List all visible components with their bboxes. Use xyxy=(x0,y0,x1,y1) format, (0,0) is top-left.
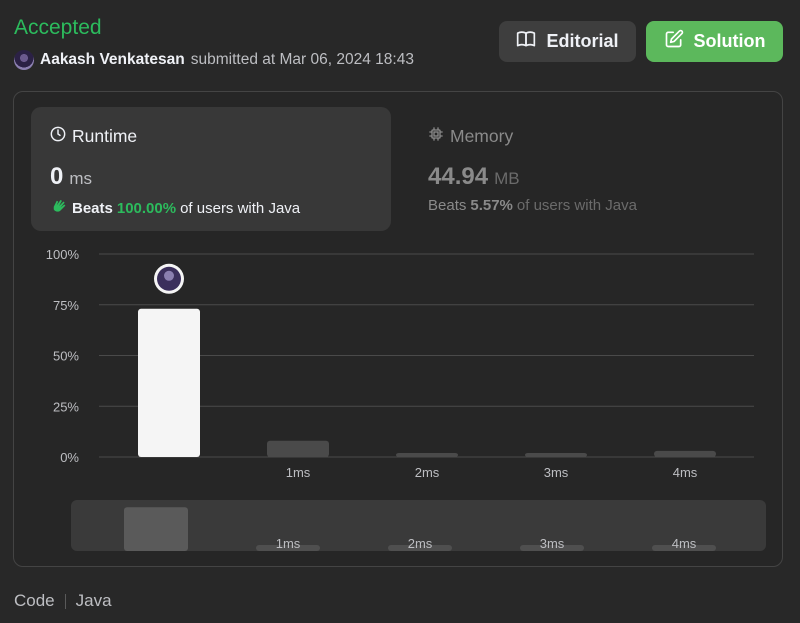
editorial-label: Editorial xyxy=(546,31,619,51)
language-label[interactable]: Java xyxy=(76,591,112,611)
x-tick-label: 2ms xyxy=(415,465,440,480)
chart-bar[interactable] xyxy=(138,308,200,457)
chart-bar[interactable] xyxy=(525,452,587,457)
divider xyxy=(64,593,66,609)
book-icon xyxy=(516,29,536,54)
mini-x-tick-label: 4ms xyxy=(672,536,697,551)
solution-label: Solution xyxy=(693,31,766,51)
y-tick-label: 100% xyxy=(46,247,80,262)
x-tick-label: 3ms xyxy=(544,465,569,480)
runtime-distribution-chart[interactable]: 100% 75% 50% 25% 0% 1ms 2ms 3ms 4ms 1ms 2ms 3ms 4ms xyxy=(14,92,784,568)
submitted-timestamp: submitted at Mar 06, 2024 18:43 xyxy=(190,51,414,68)
mini-x-tick-label: 2ms xyxy=(408,536,433,551)
chart-bar[interactable] xyxy=(654,450,716,457)
solution-button[interactable]: Solution xyxy=(646,21,783,62)
editorial-button[interactable]: Editorial xyxy=(499,21,636,62)
x-tick-label: 4ms xyxy=(673,465,698,480)
avatar[interactable] xyxy=(14,50,34,70)
y-tick-label: 0% xyxy=(60,450,79,465)
y-tick-label: 75% xyxy=(53,298,79,313)
code-footer: Code Java xyxy=(14,591,112,611)
y-tick-label: 25% xyxy=(53,399,79,414)
y-tick-label: 50% xyxy=(53,349,79,364)
code-label[interactable]: Code xyxy=(14,591,55,611)
chart-bar[interactable] xyxy=(396,452,458,457)
x-tick-label: 1ms xyxy=(286,465,311,480)
stats-panel: Runtime 0 ms Beats 100.00% of users with… xyxy=(13,91,783,567)
chart-bar[interactable] xyxy=(267,440,329,457)
edit-icon xyxy=(664,29,684,54)
user-avatar-marker-head xyxy=(164,270,174,281)
mini-x-tick-label: 3ms xyxy=(540,536,565,551)
mini-x-tick-label: 1ms xyxy=(276,536,301,551)
submitter-info: Aakash Venkatesan submitted at Mar 06, 2… xyxy=(14,50,414,70)
mini-bar xyxy=(124,507,188,551)
submission-status: Accepted xyxy=(14,16,102,39)
username-link[interactable]: Aakash Venkatesan xyxy=(40,51,185,69)
